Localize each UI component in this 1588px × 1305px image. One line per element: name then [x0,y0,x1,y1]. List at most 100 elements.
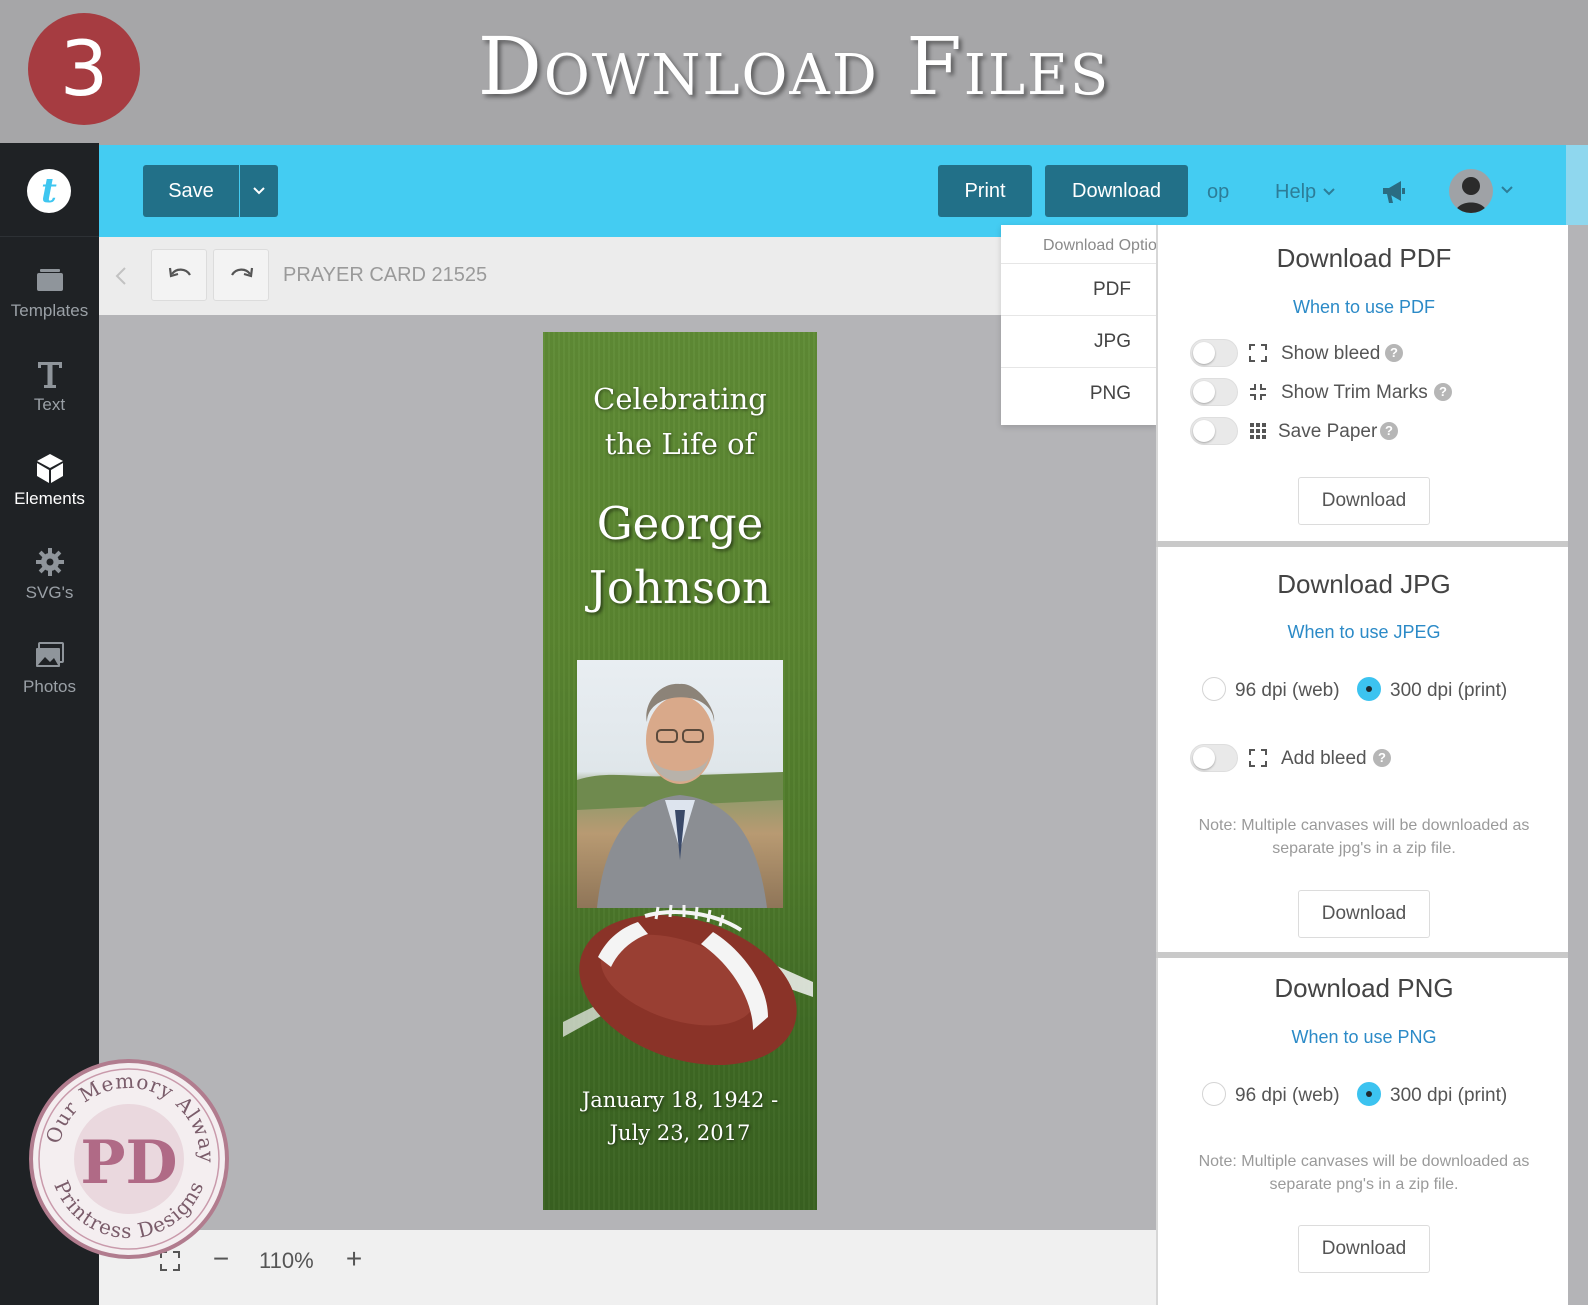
chevron-down-icon [253,187,265,195]
help-icon[interactable]: ? [1380,422,1398,440]
document-title[interactable]: PRAYER CARD 21525 [283,264,487,287]
card-dates-line: January 18, 1942 - [581,1088,779,1112]
download-pdf-panel: Download PDF When to use PDF Show bleed … [1156,225,1568,541]
football-image [563,904,813,1066]
sidebar-item-elements[interactable]: Elements [0,451,99,531]
help-icon[interactable]: ? [1385,344,1403,362]
add-bleed-toggle[interactable] [1190,744,1238,772]
help-icon[interactable]: ? [1373,749,1391,767]
card-heading[interactable]: Celebrating the Life of [543,377,817,467]
redo-button[interactable] [213,249,269,301]
sidebar-item-label: Text [33,395,66,414]
download-options-dropdown: Download Options PDF JPG PNG [1001,225,1157,425]
show-bleed-label: Show bleed [1281,343,1381,364]
jpg-300dpi-label: 300 dpi (print) [1390,680,1508,701]
zoom-in-button[interactable]: + [342,1244,366,1274]
sidebar-item-label: SVG's [25,583,74,602]
card-heading-line: the Life of [604,427,756,461]
jpg-300dpi-radio[interactable] [1357,677,1381,701]
panel-title: Download PDF [1276,243,1452,273]
download-pdf-button[interactable]: Download [1298,477,1430,525]
panel-title: Download PNG [1274,973,1454,1003]
png-96dpi-label: 96 dpi (web) [1235,1085,1340,1106]
printress-designs-seal-logo: In Our Memory Always Printress Designs P… [28,1058,229,1259]
save-paper-label: Save Paper [1278,421,1378,442]
top-bar: Save Print Download op Help [99,145,1566,237]
save-button[interactable]: Save [143,165,239,217]
when-to-use-pdf-link[interactable]: When to use PDF [1158,297,1570,318]
trim-marks-icon [1250,384,1266,400]
when-to-use-png-link[interactable]: When to use PNG [1158,1027,1570,1048]
sidebar-item-label: Elements [14,489,85,508]
zoom-bar: − 110% + [99,1230,1156,1305]
man-portrait-image [577,683,783,908]
sidebar-item-templates[interactable]: Templates [0,263,99,343]
text-icon [37,362,62,388]
save-options-button[interactable] [240,165,278,217]
dropdown-header: Download Options [1043,237,1157,254]
app-logo[interactable]: t [27,169,71,213]
download-png-button[interactable]: Download [1298,1225,1430,1273]
cube-icon [36,454,63,483]
sidebar-item-text[interactable]: Text [0,357,99,437]
user-silhouette-icon [1455,177,1487,213]
add-bleed-label: Add bleed [1281,748,1367,769]
jpg-96dpi-label: 96 dpi (web) [1235,680,1340,701]
prayer-card-canvas[interactable]: Celebrating the Life of George Johnson J… [543,332,817,1210]
show-trim-marks-label: Show Trim Marks [1281,382,1428,403]
editor-toolbar: PRAYER CARD 21525 [99,237,1156,315]
card-name[interactable]: George Johnson [543,492,817,620]
help-menu[interactable]: Help [1275,181,1336,204]
card-first-name: George [596,497,764,550]
logo-area: t [0,143,99,237]
bleed-icon [1249,344,1267,362]
card-heading-line: Celebrating [593,382,767,416]
truncated-menu-text[interactable]: op [1207,181,1229,204]
user-avatar[interactable] [1449,169,1493,213]
show-bleed-toggle[interactable] [1190,339,1238,367]
redo-icon [231,267,254,278]
undo-button[interactable] [151,249,207,301]
card-last-name: Johnson [588,561,772,614]
dropdown-item-png[interactable]: PNG [1001,367,1157,419]
download-jpg-button[interactable]: Download [1298,890,1430,938]
bleed-icon [1249,749,1267,767]
download-jpg-panel: Download JPG When to use JPEG 96 dpi (we… [1156,547,1568,952]
png-300dpi-radio[interactable] [1357,1082,1381,1106]
sidebar-item-svgs[interactable]: SVG's [0,545,99,625]
when-to-use-jpeg-link[interactable]: When to use JPEG [1158,622,1570,643]
panel-title: Download JPG [1277,569,1451,599]
sidebar-item-photos[interactable]: Photos [0,639,99,719]
jpg-note: Note: Multiple canvases will be download… [1198,817,1530,857]
chevron-left-icon[interactable] [113,265,129,287]
portrait-photo[interactable] [577,660,783,908]
banner: 3 Download Files [0,0,1588,143]
templates-icon [36,269,63,291]
help-label: Help [1275,181,1317,203]
card-dates[interactable]: January 18, 1942 - July 23, 2017 [543,1084,817,1150]
png-96dpi-radio[interactable] [1202,1082,1226,1106]
chevron-down-icon [1322,188,1335,196]
chevron-down-icon[interactable] [1500,183,1514,197]
print-button[interactable]: Print [938,165,1032,217]
dropdown-item-pdf[interactable]: PDF [1001,263,1157,315]
png-note: Note: Multiple canvases will be download… [1198,1153,1530,1193]
download-button[interactable]: Download [1045,165,1188,217]
jpg-96dpi-radio[interactable] [1202,677,1226,701]
seal-monogram: PD [80,1128,177,1198]
card-dates-line: July 23, 2017 [609,1121,751,1145]
megaphone-icon[interactable] [1379,177,1409,207]
photos-icon [35,642,64,667]
grid-icon [1250,423,1266,439]
download-png-panel: Download PNG When to use PNG 96 dpi (web… [1156,958,1568,1305]
save-paper-toggle[interactable] [1190,417,1238,445]
dropdown-item-jpg[interactable]: JPG [1001,315,1157,367]
zoom-level: 110% [259,1248,314,1273]
show-trim-marks-toggle[interactable] [1190,378,1238,406]
undo-icon [168,267,191,278]
topbar-edge [1566,145,1588,237]
sidebar-item-label: Photos [23,677,76,696]
gear-icon [35,548,64,576]
banner-title: Download Files [477,20,1111,113]
help-icon[interactable]: ? [1434,383,1452,401]
